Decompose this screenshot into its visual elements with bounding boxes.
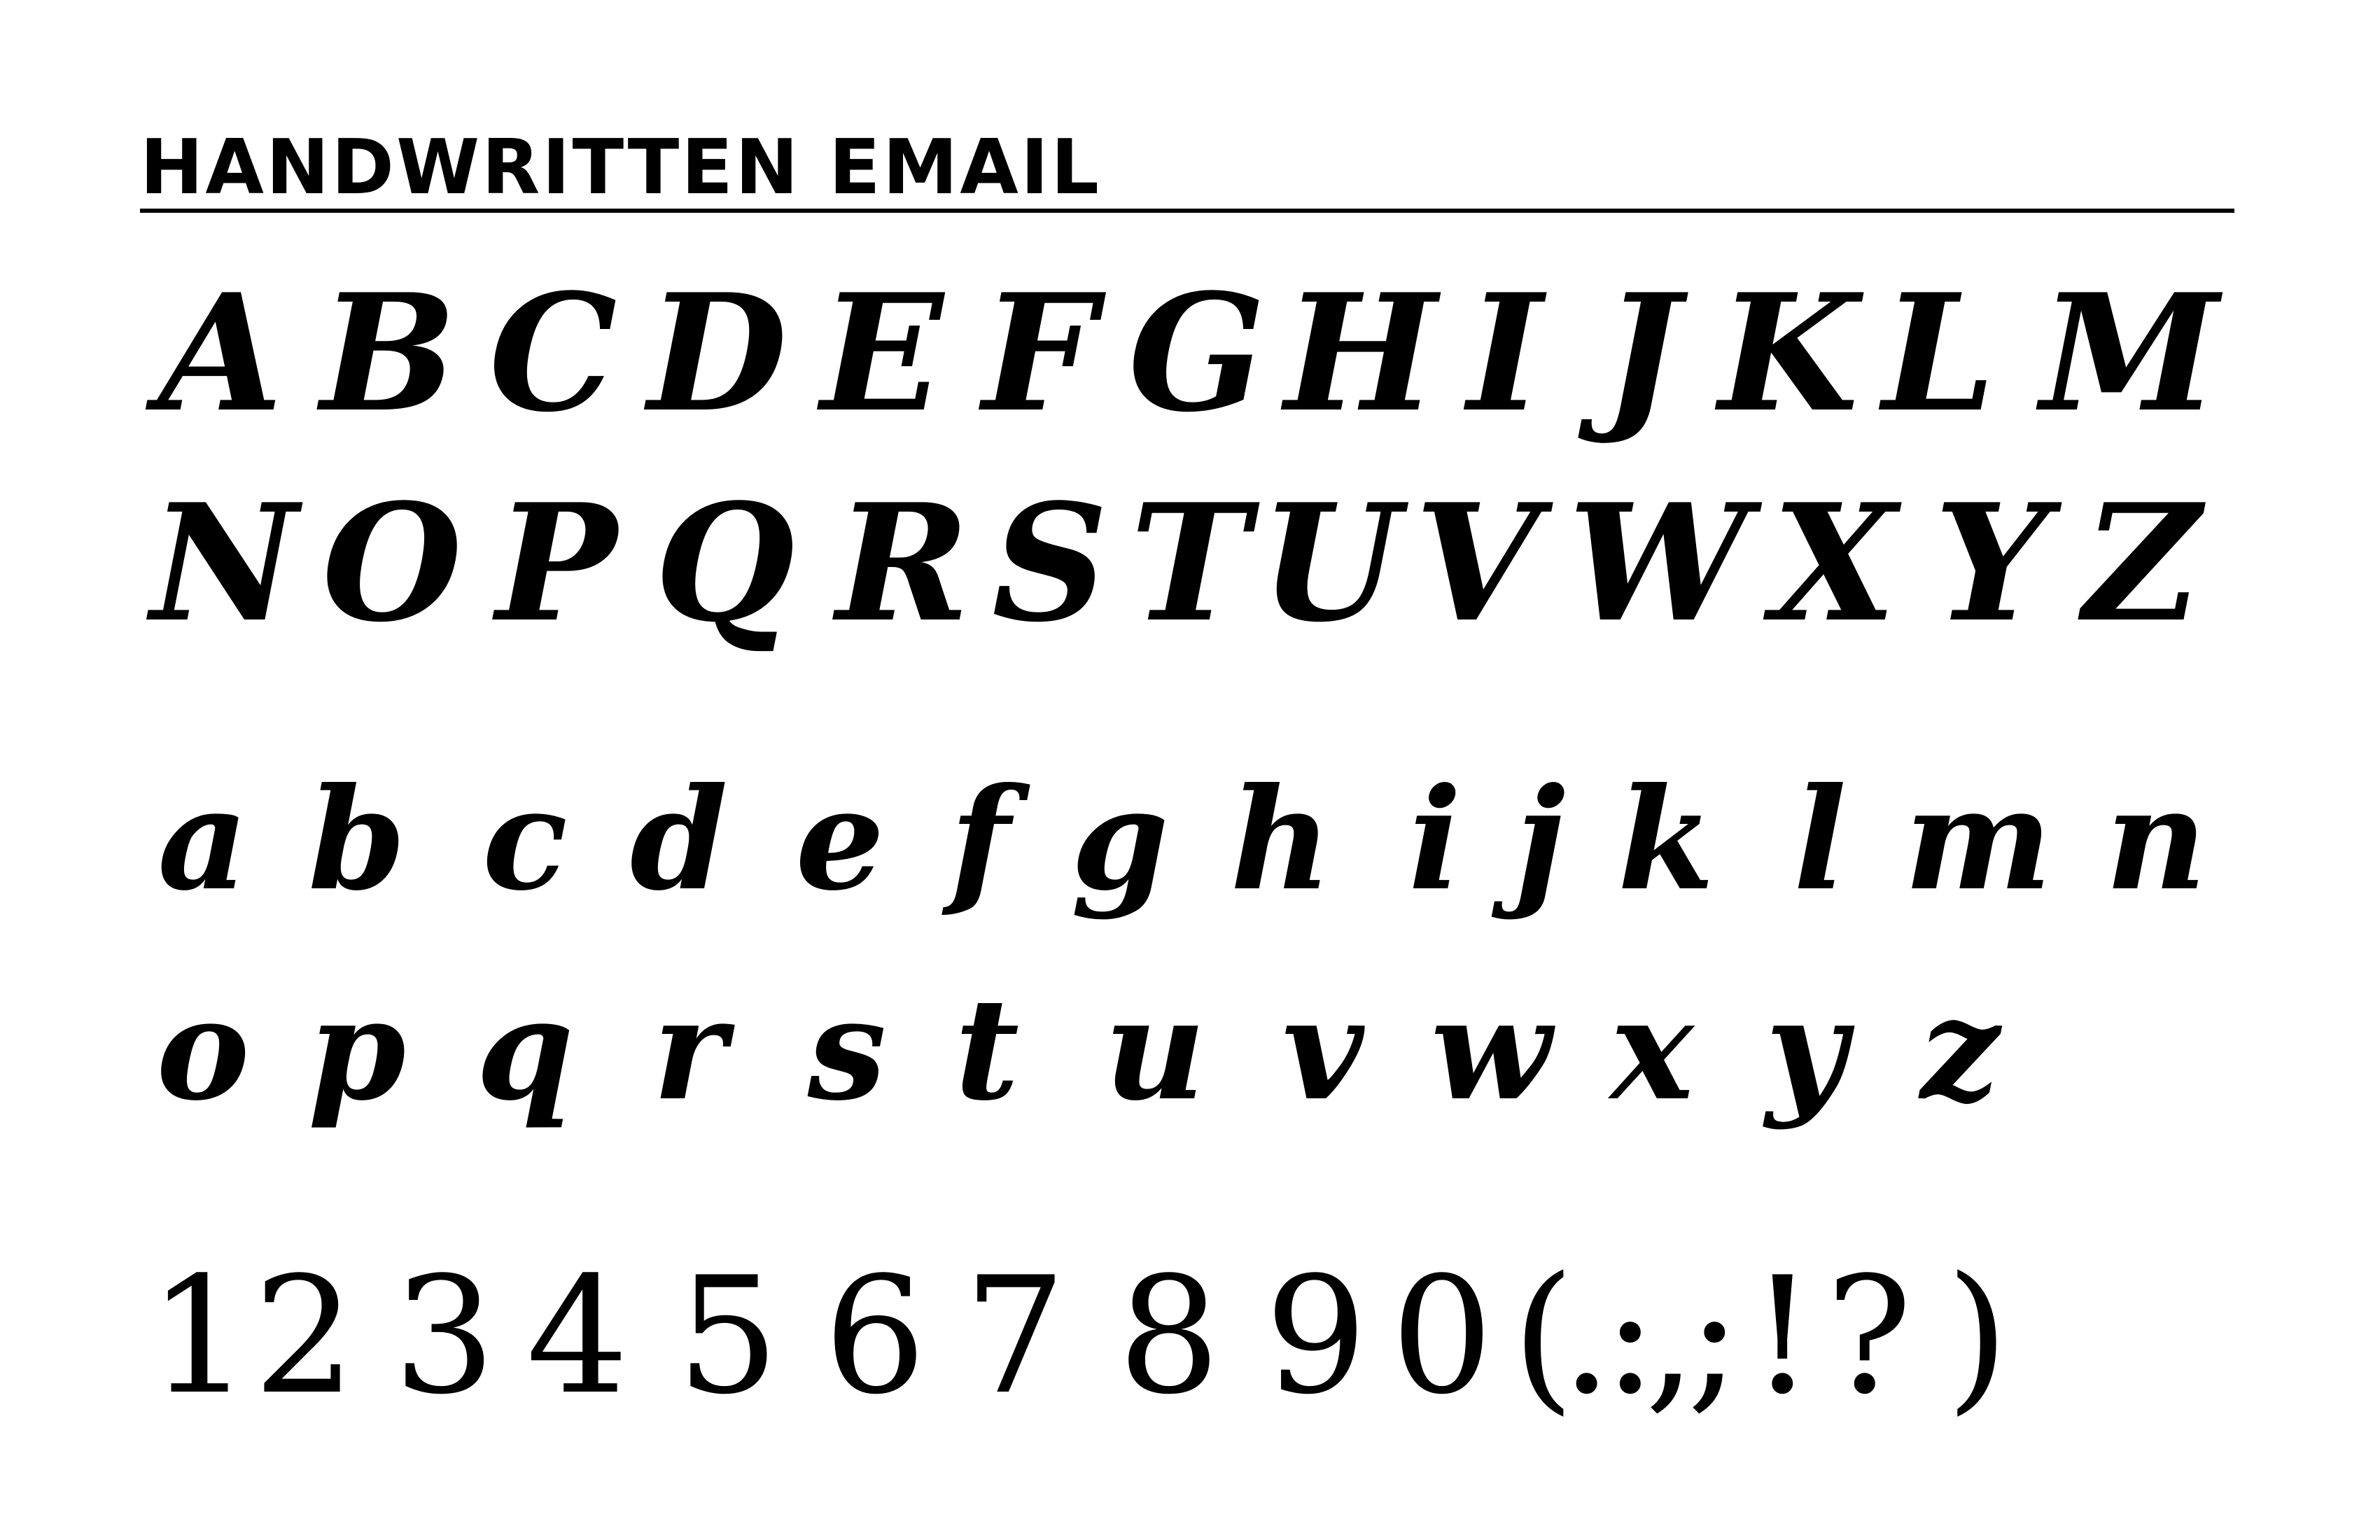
glyph-upper-d: D bbox=[648, 259, 788, 448]
glyph-lower-w: w bbox=[1430, 967, 1552, 1132]
glyph-upper-y: Y bbox=[1933, 469, 2050, 658]
glyph-lower-l: l bbox=[1793, 757, 1847, 922]
uppercase-row-2: N O P Q R S T U V W X Y Z bbox=[0, 483, 2380, 679]
glyph-lower-k: k bbox=[1617, 757, 1715, 922]
glyph-lower-a: a bbox=[158, 757, 248, 922]
glyph-upper-f: F bbox=[982, 259, 1097, 448]
glyph-lower-n: n bbox=[2105, 757, 2207, 922]
glyph-upper-s: S bbox=[991, 469, 1109, 658]
glyph-upper-j: J bbox=[1603, 259, 1680, 448]
specimen-title: HANDWRITTEN EMAIL bbox=[140, 124, 1101, 211]
glyph-lower-m: m bbox=[1904, 757, 2052, 922]
glyph-lower-r: r bbox=[652, 967, 727, 1132]
glyph-upper-k: K bbox=[1718, 259, 1858, 448]
glyph-close-paren: ) bbox=[1946, 1243, 2009, 1430]
glyph-exclamation: ! bbox=[1750, 1243, 1815, 1430]
glyph-upper-m: M bbox=[2040, 259, 2219, 448]
glyph-lower-p: p bbox=[308, 967, 406, 1132]
glyph-digit-7: 7 bbox=[963, 1243, 1067, 1430]
lowercase-row-1: a b c d e f g h i j k l m n bbox=[0, 756, 2380, 966]
glyph-upper-a: A bbox=[158, 259, 284, 448]
uppercase-row-1: A B C D E F G H I J K L M bbox=[0, 273, 2380, 455]
glyph-digit-3: 3 bbox=[393, 1243, 496, 1430]
glyph-digit-0: 0 bbox=[1390, 1243, 1494, 1430]
glyph-upper-c: C bbox=[489, 259, 617, 448]
glyph-lower-q: q bbox=[476, 967, 574, 1132]
glyph-digit-4: 4 bbox=[526, 1243, 629, 1430]
glyph-lower-h: h bbox=[1230, 757, 1332, 922]
glyph-upper-n: N bbox=[150, 469, 298, 658]
glyph-lower-d: d bbox=[630, 757, 728, 922]
glyph-lower-z: z bbox=[1920, 967, 2000, 1132]
glyph-upper-h: H bbox=[1284, 259, 1437, 448]
glyph-digit-6: 6 bbox=[823, 1243, 927, 1430]
glyph-upper-q: Q bbox=[654, 469, 795, 658]
title-underline bbox=[140, 209, 2234, 213]
glyph-digit-2: 2 bbox=[253, 1243, 356, 1430]
glyph-digit-9: 9 bbox=[1264, 1243, 1368, 1430]
glyph-digit-8: 8 bbox=[1117, 1243, 1221, 1430]
glyph-lower-o: o bbox=[156, 967, 250, 1132]
glyph-upper-i: I bbox=[1467, 259, 1543, 448]
glyph-lower-b: b bbox=[308, 757, 406, 922]
glyph-lower-t: t bbox=[954, 967, 1020, 1132]
glyph-upper-o: O bbox=[322, 469, 463, 658]
glyph-upper-x: X bbox=[1771, 469, 1897, 658]
glyph-semicolon: ; bbox=[1687, 1243, 1742, 1430]
glyph-lower-f: f bbox=[949, 757, 1011, 922]
glyph-lower-s: s bbox=[807, 967, 887, 1132]
glyph-upper-g: G bbox=[1128, 259, 1266, 448]
glyph-digit-5: 5 bbox=[676, 1243, 780, 1430]
glyph-lower-j: j bbox=[1514, 757, 1566, 922]
glyph-lower-c: c bbox=[482, 757, 568, 922]
lowercase-row-2: o p q r s t u v w x y z bbox=[0, 966, 2380, 1176]
glyph-upper-b: B bbox=[320, 259, 457, 448]
glyph-upper-v: V bbox=[1414, 469, 1540, 658]
glyph-upper-w: W bbox=[1568, 469, 1749, 658]
glyph-upper-e: E bbox=[820, 259, 944, 448]
glyph-lower-u: u bbox=[1104, 967, 1206, 1132]
glyph-upper-t: T bbox=[1130, 469, 1250, 658]
glyph-upper-l: L bbox=[1882, 259, 1996, 448]
glyph-question: ? bbox=[1826, 1243, 1912, 1430]
glyph-upper-r: R bbox=[836, 469, 970, 658]
glyph-lower-x: x bbox=[1610, 967, 1694, 1132]
glyph-open-paren: ( bbox=[1512, 1243, 1575, 1430]
glyph-lower-g: g bbox=[1071, 757, 1169, 922]
digits-punctuation-row: 1 2 3 4 5 6 7 8 9 0 ( . : , ; ! ? ) bbox=[0, 1253, 2380, 1442]
glyph-lower-y: y bbox=[1765, 967, 1847, 1132]
specimen-sheet: HANDWRITTEN EMAIL A B C D E F G H I J K … bbox=[0, 0, 2380, 1540]
glyph-upper-u: U bbox=[1260, 469, 1401, 658]
glyph-lower-v: v bbox=[1282, 967, 1364, 1132]
glyph-upper-z: Z bbox=[2083, 469, 2201, 658]
glyph-upper-p: P bbox=[496, 469, 617, 658]
glyph-lower-e: e bbox=[795, 757, 885, 922]
